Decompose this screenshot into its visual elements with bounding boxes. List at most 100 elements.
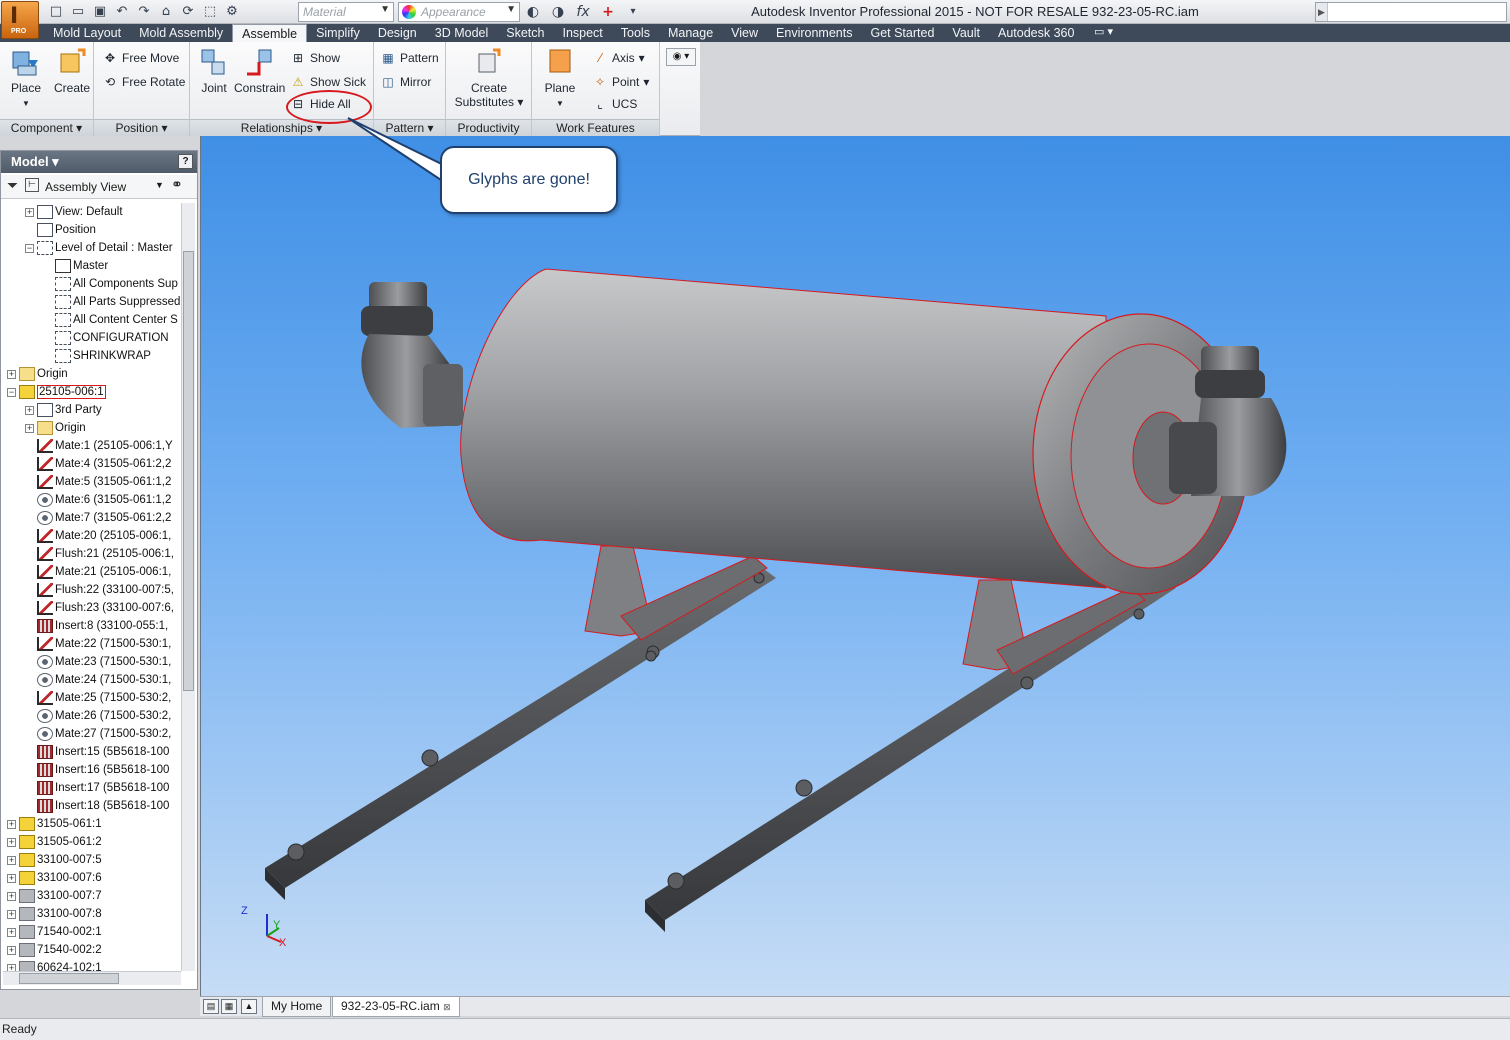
tree-node[interactable]: − 25105-006:1	[7, 383, 106, 401]
expand-icon[interactable]: +	[7, 369, 16, 379]
binoculars-icon[interactable]: ⚭	[171, 177, 183, 193]
assembly-view-label[interactable]: Assembly View	[45, 180, 126, 194]
redo-icon[interactable]: ↷	[134, 2, 154, 21]
tree-node[interactable]: Mate:21 (25105-006:1,	[25, 563, 171, 581]
tree-node[interactable]: Master	[43, 257, 108, 275]
settings-icon[interactable]: ⚙	[222, 2, 242, 21]
tree-node[interactable]: − Level of Detail : Master	[25, 239, 173, 257]
free-rotate-button[interactable]: ⟲ Free Rotate	[102, 72, 185, 92]
tree-node[interactable]: Mate:1 (25105-006:1,Y	[25, 437, 173, 455]
joint-button[interactable]: Joint	[192, 46, 236, 95]
tab-simplify[interactable]: Simplify	[307, 24, 369, 42]
help-search-input[interactable]: ▶	[1315, 2, 1507, 22]
tab-menu-icon[interactable]: ▲	[241, 999, 257, 1014]
assembly-model[interactable]: Z Y X	[201, 136, 1510, 996]
free-move-button[interactable]: ✥ Free Move	[102, 48, 179, 68]
close-icon[interactable]: ⊠	[443, 1002, 451, 1012]
tree-node[interactable]: All Content Center S	[43, 311, 178, 329]
tree-node[interactable]: Flush:21 (25105-006:1,	[25, 545, 174, 563]
tree-node[interactable]: Insert:18 (5B5618-100	[25, 797, 169, 815]
tree-node[interactable]: Insert:17 (5B5618-100	[25, 779, 169, 797]
material-dropdown[interactable]: Material ▼	[298, 2, 394, 22]
tree-node[interactable]: Mate:25 (71500-530:2,	[25, 689, 171, 707]
tree-node[interactable]: + Origin	[25, 419, 86, 437]
cascade-windows-icon[interactable]: ▦	[221, 999, 237, 1014]
show-sick-button[interactable]: ⚠ Show Sick	[290, 72, 366, 92]
clear-appearance-icon[interactable]: ◑	[547, 2, 569, 21]
tree-node[interactable]: +71540-002:2	[7, 941, 102, 959]
expand-icon[interactable]: +	[25, 423, 34, 433]
tab-autodesk-360[interactable]: Autodesk 360	[989, 24, 1083, 42]
home-icon[interactable]: ⌂	[156, 2, 176, 21]
pressure-tank[interactable]	[460, 268, 1250, 595]
filter-icon[interactable]: ⏷	[7, 178, 18, 194]
expand-icon[interactable]: +	[25, 405, 34, 415]
tree-node[interactable]: Mate:20 (25105-006:1,	[25, 527, 171, 545]
application-menu-button[interactable]: I PRO	[1, 1, 39, 39]
tab-inspect[interactable]: Inspect	[553, 24, 611, 42]
search-expand-icon[interactable]: ▶	[1316, 3, 1328, 21]
tree-node[interactable]: All Parts Suppressed	[43, 293, 180, 311]
tab-overflow-icon[interactable]: ▭ ▾	[1094, 25, 1113, 38]
ribbon-options-button[interactable]: ◉ ▾	[666, 48, 696, 66]
tree-node[interactable]: +3rd Party	[25, 401, 102, 419]
tree-node[interactable]: Mate:27 (71500-530:2,	[25, 725, 171, 743]
expand-icon[interactable]: +	[7, 927, 16, 937]
expand-icon[interactable]: +	[7, 891, 16, 901]
pattern-button[interactable]: ▦ Pattern	[380, 48, 438, 68]
collapse-icon[interactable]: −	[7, 387, 16, 397]
tab-assemble[interactable]: Assemble	[232, 24, 308, 42]
tree-node[interactable]: Flush:23 (33100-007:6,	[25, 599, 174, 617]
constrain-button[interactable]: Constrain	[234, 46, 285, 95]
place-button[interactable]: Place ▼	[4, 46, 48, 109]
tab-manage[interactable]: Manage	[659, 24, 722, 42]
tab-environments[interactable]: Environments	[767, 24, 861, 42]
show-button[interactable]: ⊞ Show	[290, 48, 340, 68]
scrollbar-thumb[interactable]	[19, 973, 119, 984]
tree-node[interactable]: +33100-007:5	[7, 851, 102, 869]
create-button[interactable]: Create	[50, 46, 94, 95]
tab-active-document[interactable]: 932-23-05-RC.iam ⊠	[332, 997, 460, 1017]
browser-vertical-scrollbar[interactable]	[181, 203, 195, 971]
update-icon[interactable]: ⟳	[178, 2, 198, 21]
tree-node[interactable]: All Components Sup	[43, 275, 178, 293]
tree-node[interactable]: Mate:6 (31505-061:1,2	[25, 491, 171, 509]
graphics-viewport[interactable]: Z Y X	[200, 136, 1510, 996]
fx-icon[interactable]: fx	[572, 2, 594, 21]
tree-node[interactable]: +31505-061:1	[7, 815, 102, 833]
expand-icon[interactable]: +	[7, 945, 16, 955]
tree-node[interactable]: + Origin	[7, 365, 68, 383]
tab-design[interactable]: Design	[369, 24, 426, 42]
tree-node[interactable]: Mate:22 (71500-530:1,	[25, 635, 171, 653]
chevron-down-icon[interactable]: ▼	[155, 180, 164, 190]
axis-button[interactable]: ⁄ Axis ▾	[592, 48, 645, 68]
expand-icon[interactable]: +	[7, 963, 16, 971]
scrollbar-thumb[interactable]	[183, 251, 194, 691]
elbow-fitting-left[interactable]	[361, 282, 463, 428]
new-file-icon[interactable]: □	[46, 2, 66, 21]
tree-node[interactable]: Insert:16 (5B5618-100	[25, 761, 169, 779]
tree-node[interactable]: Insert:8 (33100-055:1,	[25, 617, 168, 635]
expand-icon[interactable]: +	[7, 873, 16, 883]
tree-node[interactable]: Mate:24 (71500-530:1,	[25, 671, 171, 689]
add-icon[interactable]: +	[597, 2, 619, 21]
adjust-icon[interactable]: ◐	[522, 2, 544, 21]
plane-button[interactable]: Plane ▼	[538, 46, 582, 109]
select-icon[interactable]: ⬚	[200, 2, 220, 21]
tree-node[interactable]: +33100-007:7	[7, 887, 102, 905]
expand-icon[interactable]: +	[7, 819, 16, 829]
tab-vault[interactable]: Vault	[943, 24, 989, 42]
open-file-icon[interactable]: ▭	[68, 2, 88, 21]
tree-node[interactable]: Position	[25, 221, 96, 239]
ucs-button[interactable]: ⌞ UCS	[592, 94, 637, 114]
tab-my-home[interactable]: My Home	[262, 997, 332, 1017]
create-substitutes-button[interactable]: Create Substitutes ▾	[454, 46, 524, 109]
expand-icon[interactable]: +	[7, 837, 16, 847]
tree-node[interactable]: Insert:15 (5B5618-100	[25, 743, 169, 761]
collapse-icon[interactable]: −	[25, 243, 34, 253]
tree-node[interactable]: + View: Default	[25, 203, 123, 221]
tree-node[interactable]: CONFIGURATION	[43, 329, 169, 347]
tree-node[interactable]: +33100-007:8	[7, 905, 102, 923]
mirror-button[interactable]: ◫ Mirror	[380, 72, 431, 92]
tree-node[interactable]: Mate:23 (71500-530:1,	[25, 653, 171, 671]
